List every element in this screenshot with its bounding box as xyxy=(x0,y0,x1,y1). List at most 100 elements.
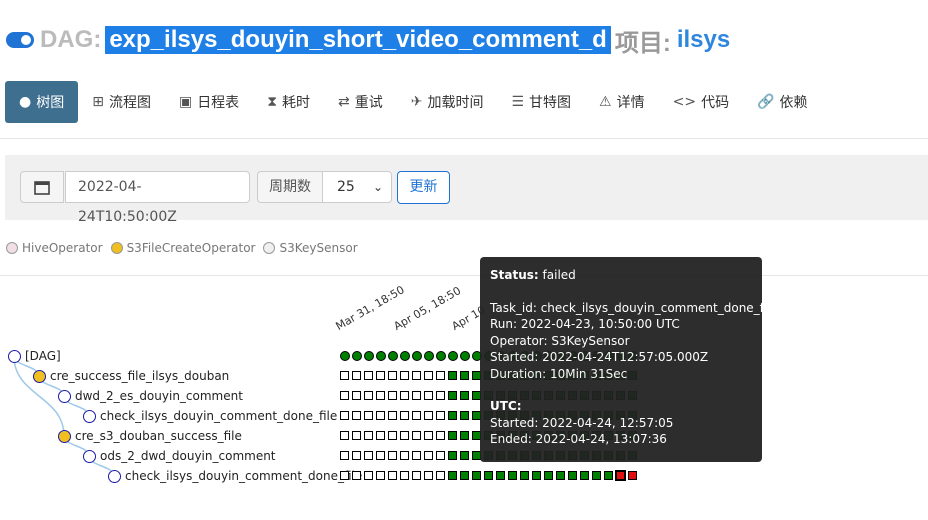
nav-tree[interactable]: ● 树图 xyxy=(5,81,79,123)
nav-landing[interactable]: ✈ 加载时间 xyxy=(397,81,498,123)
task-instance-cell[interactable] xyxy=(388,451,397,460)
dag-run-circle[interactable] xyxy=(460,351,470,361)
task-instance-cell[interactable] xyxy=(568,471,577,480)
task-instance-cell[interactable] xyxy=(376,431,385,440)
task-instance-cell[interactable] xyxy=(424,451,433,460)
task-instance-cell[interactable] xyxy=(424,391,433,400)
dag-run-circle[interactable] xyxy=(388,351,398,361)
task-instance-cell[interactable] xyxy=(352,391,361,400)
task-instance-cell[interactable] xyxy=(508,471,517,480)
task-instance-cell[interactable] xyxy=(592,471,601,480)
task-instance-cell[interactable] xyxy=(352,431,361,440)
dag-run-circle[interactable] xyxy=(364,351,374,361)
task-instance-cell[interactable] xyxy=(376,391,385,400)
task-instance-cell[interactable] xyxy=(424,371,433,380)
task-label[interactable]: ods_2_dwd_douyin_comment xyxy=(100,449,276,463)
task-instance-cell[interactable] xyxy=(496,471,505,480)
base-date-input[interactable]: 2022-04-24T10:50:00Z xyxy=(65,171,250,225)
task-instance-cell[interactable] xyxy=(412,371,421,380)
task-instance-cell[interactable] xyxy=(388,371,397,380)
calendar-button[interactable] xyxy=(20,171,64,203)
dag-run-circle[interactable] xyxy=(424,351,434,361)
task-instance-cell[interactable] xyxy=(364,371,373,380)
task-label[interactable]: dwd_2_es_douyin_comment xyxy=(75,389,243,403)
task-instance-cell[interactable] xyxy=(388,471,397,480)
task-instance-cell[interactable] xyxy=(352,471,361,480)
task-label[interactable]: cre_success_file_ilsys_douban xyxy=(50,369,229,383)
task-instance-cell[interactable] xyxy=(412,471,421,480)
dag-run-circle[interactable] xyxy=(340,351,350,361)
task-instance-cell[interactable] xyxy=(604,471,613,480)
task-instance-cell[interactable] xyxy=(340,411,349,420)
task-label[interactable]: check_ilsys_douyin_comment_done_file xyxy=(100,409,337,423)
task-instance-cell[interactable] xyxy=(400,451,409,460)
task-instance-cell[interactable] xyxy=(400,371,409,380)
task-label[interactable]: [DAG] xyxy=(25,349,61,363)
task-instance-cell[interactable] xyxy=(448,451,457,460)
task-instance-cell[interactable] xyxy=(460,451,469,460)
dag-run-circle[interactable] xyxy=(436,351,446,361)
task-instance-cell[interactable] xyxy=(448,471,457,480)
nav-retry[interactable]: ⇄ 重试 xyxy=(324,81,397,123)
task-instance-cell[interactable] xyxy=(615,470,626,481)
nav-hourglass[interactable]: ⧗ 耗时 xyxy=(253,81,324,123)
task-instance-cell[interactable] xyxy=(352,411,361,420)
task-instance-cell[interactable] xyxy=(340,431,349,440)
dag-run-circle[interactable] xyxy=(412,351,422,361)
task-instance-cell[interactable] xyxy=(556,471,565,480)
task-instance-cell[interactable] xyxy=(424,471,433,480)
runs-select[interactable]: 25 ⌄ xyxy=(322,171,392,203)
nav-code[interactable]: <> 代码 xyxy=(659,81,743,123)
task-instance-cell[interactable] xyxy=(436,451,445,460)
task-instance-cell[interactable] xyxy=(460,411,469,420)
task-instance-cell[interactable] xyxy=(544,471,553,480)
nav-warning[interactable]: ⚠ 详情 xyxy=(585,81,659,123)
task-instance-cell[interactable] xyxy=(376,451,385,460)
task-instance-cell[interactable] xyxy=(484,471,493,480)
task-instance-cell[interactable] xyxy=(400,471,409,480)
task-node[interactable] xyxy=(58,390,71,403)
task-instance-cell[interactable] xyxy=(460,471,469,480)
task-instance-cell[interactable] xyxy=(400,411,409,420)
task-node[interactable] xyxy=(108,470,121,483)
nav-flowchart[interactable]: ⊞ 流程图 xyxy=(78,81,165,123)
task-instance-cell[interactable] xyxy=(412,451,421,460)
task-instance-cell[interactable] xyxy=(340,371,349,380)
task-instance-cell[interactable] xyxy=(376,371,385,380)
task-instance-cell[interactable] xyxy=(376,471,385,480)
task-instance-cell[interactable] xyxy=(436,431,445,440)
task-instance-cell[interactable] xyxy=(388,431,397,440)
dag-run-circle[interactable] xyxy=(400,351,410,361)
task-instance-cell[interactable] xyxy=(448,371,457,380)
task-instance-cell[interactable] xyxy=(352,451,361,460)
task-instance-cell[interactable] xyxy=(340,471,349,480)
nav-link[interactable]: 🔗 依赖 xyxy=(743,81,821,123)
task-instance-cell[interactable] xyxy=(352,371,361,380)
task-instance-cell[interactable] xyxy=(520,471,529,480)
task-instance-cell[interactable] xyxy=(364,391,373,400)
task-instance-cell[interactable] xyxy=(436,371,445,380)
task-instance-cell[interactable] xyxy=(460,431,469,440)
task-instance-cell[interactable] xyxy=(436,391,445,400)
task-node[interactable] xyxy=(83,450,96,463)
update-button[interactable]: 更新 xyxy=(397,171,450,204)
task-instance-cell[interactable] xyxy=(412,411,421,420)
task-instance-cell[interactable] xyxy=(412,431,421,440)
task-instance-cell[interactable] xyxy=(532,471,541,480)
task-label[interactable]: cre_s3_douban_success_file xyxy=(75,429,242,443)
task-instance-cell[interactable] xyxy=(412,391,421,400)
task-instance-cell[interactable] xyxy=(472,471,481,480)
task-label[interactable]: check_ilsys_douyin_comment_done_file xyxy=(125,469,362,483)
task-instance-cell[interactable] xyxy=(364,451,373,460)
task-instance-cell[interactable] xyxy=(340,451,349,460)
task-node[interactable] xyxy=(58,430,71,443)
task-instance-cell[interactable] xyxy=(580,471,589,480)
task-instance-cell[interactable] xyxy=(448,411,457,420)
task-node[interactable] xyxy=(83,410,96,423)
dag-pause-toggle[interactable] xyxy=(6,32,34,48)
dag-run-circle[interactable] xyxy=(448,351,458,361)
task-instance-cell[interactable] xyxy=(448,431,457,440)
task-instance-cell[interactable] xyxy=(388,391,397,400)
task-instance-cell[interactable] xyxy=(460,391,469,400)
task-instance-cell[interactable] xyxy=(424,411,433,420)
